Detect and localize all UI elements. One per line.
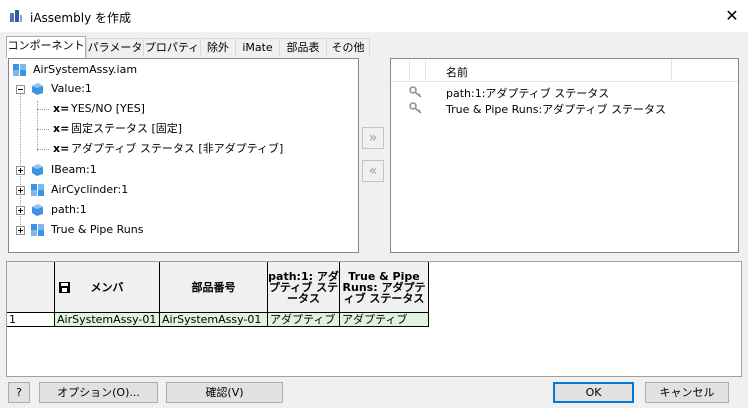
header-divider — [425, 59, 426, 81]
tree-item-label: AirCyclinder:1 — [51, 183, 129, 196]
list-item-label: True & Pipe Runs:アダプティブ ステータス — [446, 103, 666, 116]
assembly-icon — [31, 184, 44, 196]
parameter-icon: x= — [53, 142, 70, 155]
column-header-label: True & Pipe Runs: アダプティブ ステータス — [342, 269, 426, 305]
part-icon — [32, 164, 43, 176]
tree-item-label: AirSystemAssy.iam — [33, 63, 138, 76]
tree-connector — [37, 149, 49, 150]
tab-other[interactable]: その他 — [326, 38, 370, 57]
cell-path-adaptive[interactable]: アダプティブ — [268, 313, 340, 327]
expand-icon[interactable] — [16, 226, 25, 235]
list-item[interactable]: True & Pipe Runs:アダプティブ ステータス — [391, 100, 738, 116]
iassembly-icon — [10, 10, 22, 22]
options-button[interactable]: オプション(O)... — [39, 382, 158, 403]
list-item[interactable]: path:1:アダプティブ ステータス — [391, 84, 738, 100]
selected-items-list[interactable]: 名前 path:1:アダプティブ ステータス True & Pipe Runs:… — [390, 58, 739, 253]
row-index[interactable]: 1 — [7, 313, 55, 327]
window-title: iAssembly を作成 — [30, 11, 131, 25]
tree-item-label: True & Pipe Runs — [51, 223, 144, 236]
tree-item-label: 固定ステータス [固定] — [71, 122, 183, 135]
tree-item-label: IBeam:1 — [51, 163, 97, 176]
column-header-label: メンバ — [90, 280, 124, 294]
column-header-name: 名前 — [446, 66, 468, 79]
tab-parameters[interactable]: パラメータ — [86, 38, 144, 57]
parameter-icon: x= — [53, 102, 70, 115]
part-icon — [32, 204, 43, 216]
column-header-member[interactable]: メンバ — [55, 262, 160, 313]
expand-icon[interactable] — [16, 186, 25, 195]
tree-item-label: アダプティブ ステータス [非アダプティブ] — [71, 142, 284, 155]
key-icon — [409, 102, 422, 114]
cancel-button[interactable]: キャンセル — [645, 382, 729, 403]
tree-item-label: path:1 — [51, 203, 87, 216]
help-icon: ? — [16, 386, 22, 399]
parameter-icon: x= — [53, 122, 70, 135]
verify-button[interactable]: 確認(V) — [166, 382, 283, 403]
column-header-part-number[interactable]: 部品番号 — [160, 262, 268, 313]
ok-button[interactable]: OK — [553, 382, 634, 403]
tab-bom[interactable]: 部品表 — [279, 38, 327, 57]
assembly-icon — [31, 224, 44, 236]
list-header: 名前 — [391, 59, 738, 82]
remove-from-list-button[interactable]: « — [362, 160, 384, 182]
expand-icon[interactable] — [16, 206, 25, 215]
column-header-label: path:1: アダプティブ ステータス — [268, 269, 339, 305]
tree-connector — [37, 129, 49, 130]
key-icon — [409, 86, 422, 98]
key-column-icon — [59, 282, 70, 293]
component-tree[interactable]: AirSystemAssy.iam Value:1 x= YES/NO [YES… — [8, 58, 359, 253]
part-icon — [32, 83, 43, 95]
member-table[interactable]: メンバ 部品番号 path:1: アダプティブ ステータス True & Pip… — [6, 261, 742, 377]
collapse-icon[interactable] — [16, 85, 25, 94]
close-icon[interactable]: ✕ — [722, 6, 742, 26]
help-button[interactable]: ? — [8, 382, 30, 403]
tab-exclusions[interactable]: 除外 — [200, 38, 236, 57]
column-header-path-adaptive[interactable]: path:1: アダプティブ ステータス — [268, 262, 340, 313]
tree-item-label: YES/NO [YES] — [71, 102, 145, 115]
column-header-label: 部品番号 — [191, 280, 236, 294]
tree-item-label: Value:1 — [51, 82, 92, 95]
tree-connector — [37, 109, 49, 110]
title-bar: iAssembly を作成 ✕ — [0, 0, 748, 32]
tab-properties[interactable]: プロパティ — [143, 38, 201, 57]
column-header-pipe-adaptive[interactable]: True & Pipe Runs: アダプティブ ステータス — [340, 262, 429, 313]
header-divider — [671, 59, 672, 81]
tab-imate[interactable]: iMate — [235, 38, 280, 57]
row-header-corner — [7, 262, 55, 313]
header-divider — [409, 59, 410, 81]
list-item-label: path:1:アダプティブ ステータス — [446, 87, 610, 100]
cell-member[interactable]: AirSystemAssy-01 — [55, 313, 160, 327]
cell-part-number[interactable]: AirSystemAssy-01 — [160, 313, 268, 327]
add-to-list-button[interactable]: » — [362, 127, 384, 149]
cell-pipe-adaptive[interactable]: アダプティブ — [340, 313, 429, 327]
tab-components[interactable]: コンポーネント — [6, 36, 86, 58]
expand-icon[interactable] — [16, 166, 25, 175]
assembly-icon — [13, 64, 26, 76]
